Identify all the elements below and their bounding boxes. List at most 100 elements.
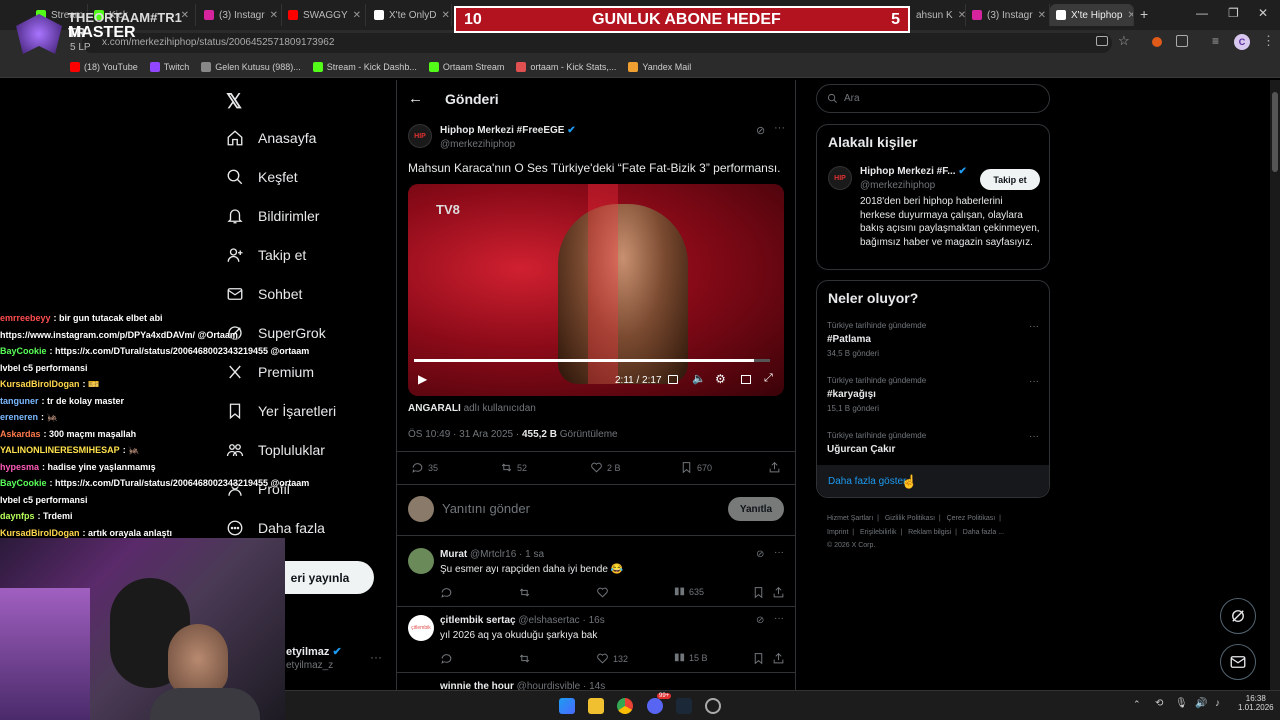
avatar[interactable]: HIP	[408, 124, 432, 148]
volume-icon[interactable]: 🔊	[1195, 698, 1207, 709]
x-logo-icon[interactable]: 𝕏	[226, 89, 242, 114]
like-action[interactable]	[596, 586, 609, 599]
grok-fab[interactable]	[1220, 598, 1256, 634]
scrollbar-thumb[interactable]	[1272, 92, 1278, 172]
avatar[interactable]: HIP	[828, 166, 852, 190]
windows-start-icon[interactable]	[559, 698, 575, 714]
bookmark[interactable]: (18) YouTube	[70, 61, 138, 72]
reply-action[interactable]	[440, 586, 453, 599]
volume-icon[interactable]: 🔈	[692, 372, 706, 385]
bookmark-action[interactable]: 670	[680, 461, 712, 474]
discord-icon[interactable]	[647, 698, 663, 714]
captions-icon[interactable]	[668, 375, 678, 384]
close-icon[interactable]: ✕	[270, 10, 278, 21]
avatar[interactable]: çitlembik	[408, 615, 434, 641]
post-more-icon[interactable]: ···	[774, 122, 785, 134]
trend-more-icon[interactable]: ···	[1029, 376, 1039, 387]
account-name[interactable]: etyilmaz ✔	[286, 645, 342, 658]
bookmark[interactable]: Gelen Kutusu (988)...	[201, 61, 301, 72]
nav-explore[interactable]: Keşfet	[226, 168, 298, 186]
video-player[interactable]: TV8 ▶ 2:11 / 2:17 🔈 ⚙ ⤢	[408, 184, 784, 396]
grok-icon[interactable]: ⊘	[756, 615, 764, 626]
network-icon[interactable]: ⟲	[1155, 698, 1163, 709]
trend-more-icon[interactable]: ···	[1029, 321, 1039, 332]
views-action[interactable]: ▮▮ 15 B	[674, 652, 708, 663]
chat-username[interactable]: hypesma	[0, 462, 39, 472]
like-action[interactable]: 132	[596, 652, 628, 665]
reply-action[interactable]: 35	[411, 461, 438, 474]
reply-button[interactable]: Yanıtla	[728, 497, 784, 521]
close-icon[interactable]: ✕	[441, 10, 449, 21]
new-tab-button[interactable]: +	[1140, 6, 1148, 22]
chat-username[interactable]: KursadBirolDogan	[0, 528, 80, 538]
file-explorer-icon[interactable]	[588, 698, 604, 714]
chat-username[interactable]: YALINONLINERESMIHESAP	[0, 445, 120, 455]
messages-fab[interactable]	[1220, 644, 1256, 680]
menu-icon[interactable]: ⋮	[1262, 33, 1275, 49]
grok-icon[interactable]: ⊘	[756, 124, 765, 137]
share-action[interactable]	[772, 586, 785, 599]
scrollbar[interactable]	[1270, 80, 1280, 690]
views-action[interactable]: ▮▮ 635	[674, 586, 704, 597]
bookmark[interactable]: ortaam - Kick Stats,...	[516, 61, 616, 72]
maximize-button[interactable]: ❐	[1228, 6, 1239, 20]
chat-username[interactable]: BayCookie	[0, 478, 47, 488]
repost-action[interactable]	[518, 652, 531, 665]
search-input[interactable]: Ara	[816, 84, 1050, 113]
browser-tab[interactable]: X'te OnlyD ✕	[368, 4, 452, 26]
puzzle-icon[interactable]	[1176, 35, 1188, 47]
avatar[interactable]	[408, 548, 434, 574]
trend-item[interactable]: Türkiye tarihinde gündemde #karyağışı 15…	[827, 376, 1039, 413]
settings-icon[interactable]: ⚙	[715, 372, 726, 386]
share-action[interactable]	[768, 461, 781, 474]
chat-username[interactable]: KursadBirolDogan	[0, 379, 80, 389]
grok-icon[interactable]: ⊘	[756, 549, 764, 560]
mic-icon[interactable]: 🎙	[1175, 698, 1188, 709]
repost-action[interactable]: 52	[500, 461, 527, 474]
close-window-button[interactable]: ✕	[1258, 6, 1268, 20]
chat-username[interactable]: daynfps	[0, 511, 35, 521]
star-icon[interactable]: ☆	[1118, 33, 1130, 49]
reply-input[interactable]: Yanıtını gönder	[442, 501, 530, 516]
account-more-icon[interactable]: ···	[370, 650, 382, 664]
fullscreen-icon[interactable]: ⤢	[764, 372, 773, 385]
chat-username[interactable]: tanguner	[0, 396, 39, 406]
reading-list-icon[interactable]: ≡	[1212, 34, 1219, 48]
browser-tab[interactable]: SWAGGY ✕	[282, 4, 366, 26]
chat-username[interactable]: BayCookie	[0, 346, 47, 356]
install-app-icon[interactable]	[1096, 36, 1108, 46]
trend-more-icon[interactable]: ···	[1029, 431, 1039, 442]
profile-avatar[interactable]: C	[1234, 34, 1250, 50]
pip-icon[interactable]	[741, 375, 751, 384]
browser-tab[interactable]: (3) Instagr ✕	[966, 4, 1050, 26]
video-progress-bar[interactable]	[414, 359, 770, 362]
chat-username[interactable]: Askardas	[0, 429, 41, 439]
nav-chat[interactable]: Sohbet	[226, 285, 302, 303]
bookmark-action[interactable]	[752, 652, 765, 665]
clock[interactable]: 16:38 1.01.2026	[1238, 694, 1274, 712]
chat-username[interactable]: ereneren	[0, 412, 38, 422]
reply-more-icon[interactable]: ···	[774, 547, 784, 558]
bookmark-action[interactable]	[752, 586, 765, 599]
browser-tab[interactable]: ahsun K ✕	[910, 4, 966, 26]
reply-action[interactable]	[440, 652, 453, 665]
play-icon[interactable]: ▶	[418, 372, 427, 386]
close-icon[interactable]: ✕	[1038, 10, 1046, 21]
show-more-link[interactable]: Daha fazla göster	[828, 476, 906, 487]
related-name[interactable]: Hiphop Merkezi #F... ✔	[860, 166, 967, 177]
minimize-button[interactable]: —	[1196, 6, 1208, 20]
back-arrow-icon[interactable]: ←	[408, 90, 423, 107]
follow-button[interactable]: Takip et	[980, 169, 1040, 190]
repost-action[interactable]	[518, 586, 531, 599]
bookmark[interactable]: Yandex Mail	[628, 61, 691, 72]
close-icon[interactable]: ✕	[1127, 10, 1133, 21]
reply-more-icon[interactable]: ···	[774, 613, 784, 624]
close-icon[interactable]: ✕	[958, 10, 965, 21]
obs-icon[interactable]	[705, 698, 721, 714]
trend-item[interactable]: Türkiye tarihinde gündemde Uğurcan Çakır…	[827, 431, 1039, 455]
bookmark[interactable]: Ortaam Stream	[428, 61, 504, 72]
nav-notifications[interactable]: Bildirimler	[226, 207, 319, 225]
chrome-icon[interactable]	[617, 698, 633, 714]
chat-username[interactable]: emrreebeyy	[0, 313, 51, 323]
bookmark[interactable]: Stream - Kick Dashb...	[312, 61, 417, 72]
